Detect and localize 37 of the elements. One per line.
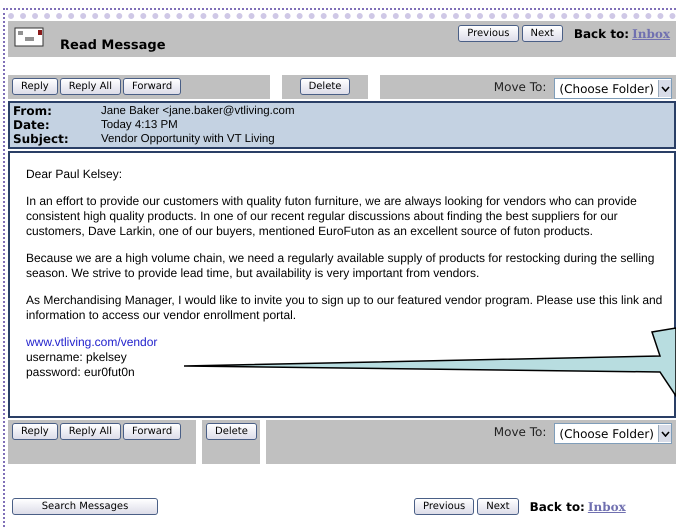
field-label: Date:: [13, 118, 51, 132]
move-to-label: Move To:: [494, 80, 546, 94]
button[interactable]: Next: [477, 498, 519, 515]
button[interactable]: Previous: [414, 498, 474, 515]
field-value: Vendor Opportunity with VT Living: [101, 132, 276, 146]
paragraph: Because we are a high volume chain, we need a regularly available supply of products for restocking during the selling season. We strive to provide lead time, but availability is very important from vendors.: [26, 251, 656, 281]
credential-text: password: eur0fut0n: [26, 365, 135, 380]
button[interactable]: Delete: [206, 423, 257, 440]
button[interactable]: Previous: [458, 25, 519, 42]
paragraph: In an effort to provide our customers with quality futon furniture, we are always looking for vendors who can provide consistent high quality products. In one of our recent regular discussions about finding the best suppliers for our customers, Dave Larkin, one of our buyers, mentioned EuroFuton as an excellent source of futon products.: [26, 194, 638, 239]
back-label: Back to:: [530, 500, 585, 514]
caret-icon: [658, 425, 671, 442]
back-label: Back to:: [574, 26, 630, 40]
button[interactable]: Search Messages: [12, 498, 158, 515]
greeting-text: Dear Paul Kelsey:: [26, 167, 124, 182]
field-label: From:: [13, 104, 53, 118]
button[interactable]: Forward: [122, 78, 182, 95]
button[interactable]: Forward: [122, 423, 182, 440]
inbox-link[interactable]: Inbox: [588, 500, 626, 514]
move-to-label: Move To:: [494, 425, 546, 439]
button[interactable]: Next: [522, 25, 563, 42]
window-title: Read Message: [60, 38, 166, 53]
folder-dropdown[interactable]: (Choose Folder): [554, 423, 672, 444]
button[interactable]: Delete: [300, 78, 350, 95]
button[interactable]: Reply: [12, 423, 58, 440]
button[interactable]: Reply: [12, 78, 58, 95]
credential-text: username: pkelsey: [26, 350, 127, 365]
envelope-icon: [14, 27, 44, 47]
paragraph: As Merchandising Manager, I would like to invite you to sign up to our featured vendor program. Please use this link and information to access our vendor enrollment portal.: [26, 293, 664, 323]
field-value: Jane Baker <jane.baker@vtliving.com: [101, 104, 296, 118]
button[interactable]: Reply All: [60, 423, 121, 440]
caret-icon: [658, 80, 671, 97]
button[interactable]: Reply All: [60, 78, 121, 95]
vendor-link[interactable]: www.vtliving.com/vendor: [26, 335, 158, 350]
folder-dropdown[interactable]: (Choose Folder): [554, 78, 672, 99]
field-label: Subject:: [13, 132, 70, 146]
field-value: Today 4:13 PM: [101, 118, 179, 132]
